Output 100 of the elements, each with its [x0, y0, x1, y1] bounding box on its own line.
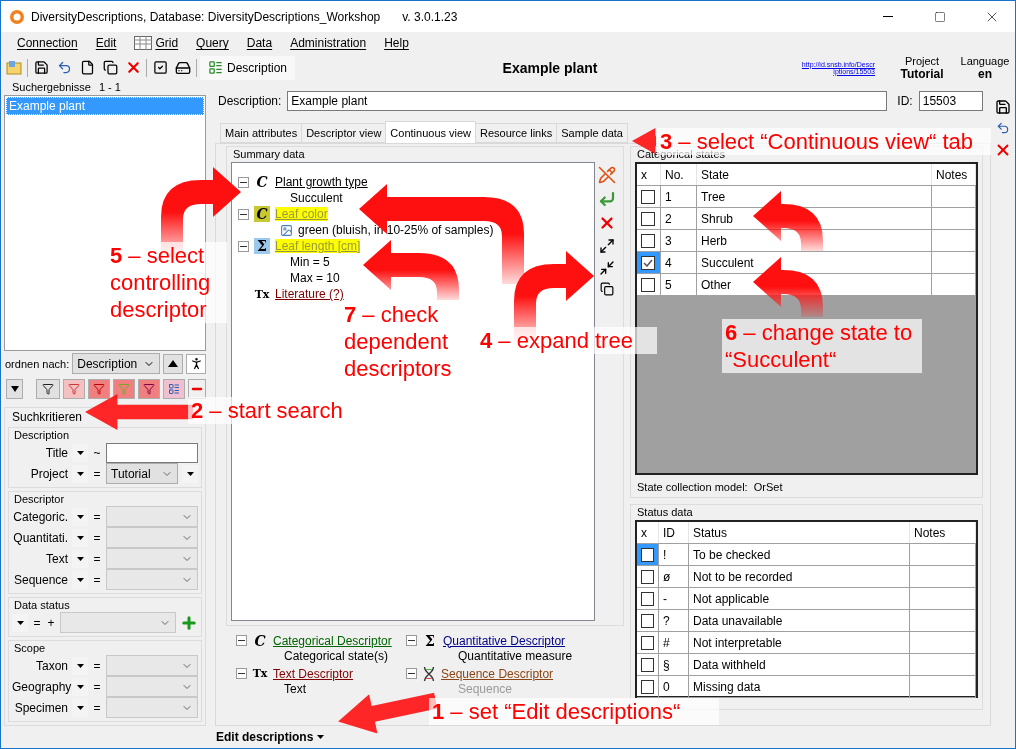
- operator: +: [46, 615, 56, 630]
- table-cell: ø: [663, 569, 671, 584]
- id-field[interactable]: 15503: [918, 91, 983, 111]
- table-cell: 4: [665, 255, 672, 270]
- table-cell[interactable]: Shrub: [701, 211, 734, 226]
- annotation-text: 1 – set “Edit descriptions“: [429, 698, 719, 725]
- operator: =: [32, 615, 42, 630]
- legend-link[interactable]: Categorical Descriptor: [273, 633, 392, 648]
- text-icon: Tx: [252, 665, 268, 682]
- menu-item[interactable]: Edit: [87, 34, 125, 52]
- operator: ~: [92, 445, 102, 460]
- tree-value: Succulent: [290, 191, 343, 205]
- sum-icon: Σ: [254, 238, 270, 254]
- description-field[interactable]: Example plant: [287, 91, 888, 111]
- tab[interactable]: Descriptor view: [301, 123, 387, 143]
- menu-item[interactable]: Grid: [126, 34, 187, 52]
- table-cell[interactable]: Other: [701, 277, 731, 292]
- column-header: Notes: [914, 525, 946, 540]
- menu-item[interactable]: Data: [238, 34, 281, 52]
- text-icon: Tx: [254, 286, 270, 302]
- tab[interactable]: Main attributes: [220, 123, 303, 143]
- group-title: Status data: [636, 505, 694, 520]
- annotation-text: 6 – change state to “Succulent“: [722, 319, 922, 373]
- table-cell: Not interpretable: [693, 635, 782, 650]
- categorical-icon: C: [252, 632, 268, 649]
- categorical-icon: C: [254, 206, 270, 222]
- criteria-label: Sequence: [12, 572, 68, 587]
- table-cell: Data unavailable: [693, 613, 783, 628]
- sort-dropdown[interactable]: Description: [72, 353, 160, 375]
- results-label: Suchergebnisse: [12, 81, 91, 95]
- menu-item[interactable]: Administration: [282, 34, 375, 52]
- column-header: x: [641, 167, 647, 182]
- legend-text: Categorical state(s): [283, 649, 390, 665]
- table-cell[interactable]: Herb: [701, 233, 727, 248]
- legend-link[interactable]: Text Descriptor: [273, 666, 354, 681]
- column-header: x: [641, 525, 647, 540]
- criteria-label: Title: [44, 445, 68, 460]
- table-cell: Not to be recorded: [693, 569, 793, 584]
- descriptor-link[interactable]: Plant growth type: [275, 175, 368, 189]
- tree-value: Max = 10: [290, 271, 340, 285]
- group-title: Description: [13, 428, 70, 443]
- operator: =: [92, 572, 102, 587]
- operator: =: [92, 530, 102, 545]
- column-header: No.: [665, 167, 684, 182]
- tab[interactable]: Continuous view: [385, 121, 477, 143]
- table-cell: ?: [663, 613, 670, 628]
- project-value: Tutorial: [900, 66, 944, 81]
- criteria-label: Project: [29, 466, 68, 481]
- operator: =: [92, 509, 102, 524]
- legend-link[interactable]: Sequence Descriptor: [441, 666, 554, 681]
- description-button[interactable]: Description: [200, 55, 296, 80]
- group-title: Data status: [13, 598, 70, 613]
- column-header: Notes: [936, 167, 968, 182]
- menu-item[interactable]: Help: [376, 34, 417, 52]
- menu-item[interactable]: Query: [188, 34, 237, 52]
- criteria-label: Taxon: [34, 658, 68, 673]
- description-heading: Example plant: [501, 59, 599, 76]
- group-title: Categorical states: [636, 148, 726, 162]
- criteria-label: Specimen: [13, 700, 68, 715]
- table-cell: 5: [665, 277, 672, 292]
- window-title: DiversityDescriptions, Database: DiversityDescriptions_Workshop: [31, 9, 381, 24]
- descriptor-link[interactable]: Literature (?): [275, 287, 344, 301]
- operator: =: [92, 658, 102, 673]
- tab[interactable]: Resource links: [475, 123, 558, 143]
- table-cell: !: [663, 547, 667, 562]
- column-header: Status: [693, 525, 728, 540]
- group-title: Summary data: [232, 147, 306, 162]
- table-cell: Data withheld: [693, 657, 766, 672]
- categorical-icon: C: [254, 174, 270, 190]
- legend-text: Text: [283, 682, 307, 698]
- group-title: Descriptor: [13, 492, 65, 507]
- table-cell: Missing data: [693, 679, 761, 694]
- legend-text: Sequence: [457, 682, 514, 698]
- table-cell[interactable]: Tree: [701, 189, 726, 204]
- tree-value: Min = 5: [290, 255, 330, 269]
- operator: =: [92, 466, 102, 481]
- id-label: ID:: [897, 94, 913, 108]
- criteria-dropdown[interactable]: Tutorial: [106, 463, 178, 484]
- table-cell: 0: [663, 679, 670, 694]
- menu-item[interactable]: Connection: [9, 34, 86, 52]
- legend-link[interactable]: Quantitative Descriptor: [443, 633, 566, 648]
- table-cell[interactable]: Succulent: [701, 255, 754, 270]
- table-cell: 1: [665, 189, 672, 204]
- tab[interactable]: Sample data: [556, 123, 628, 143]
- table-cell: #: [663, 635, 670, 650]
- table-cell: To be checked: [693, 547, 771, 562]
- annotation-text: 4 – expand tree: [477, 327, 657, 354]
- version-label: v. 3.0.1.23: [402, 9, 458, 24]
- criteria-label: Text: [45, 551, 68, 566]
- legend-text: Quantitative measure: [457, 649, 574, 665]
- mode-dropdown[interactable]: Edit descriptions: [216, 730, 325, 744]
- operator: =: [92, 551, 102, 566]
- criteria-label: Quantitati.: [12, 530, 68, 545]
- table-cell: -: [663, 591, 667, 606]
- operator: =: [92, 700, 102, 715]
- table-cell: 3: [665, 233, 672, 248]
- criteria-label: Categoric.: [12, 509, 68, 524]
- sum-icon: Σ: [422, 632, 438, 649]
- results-count: 1 - 1: [98, 81, 121, 95]
- operator: =: [92, 679, 102, 694]
